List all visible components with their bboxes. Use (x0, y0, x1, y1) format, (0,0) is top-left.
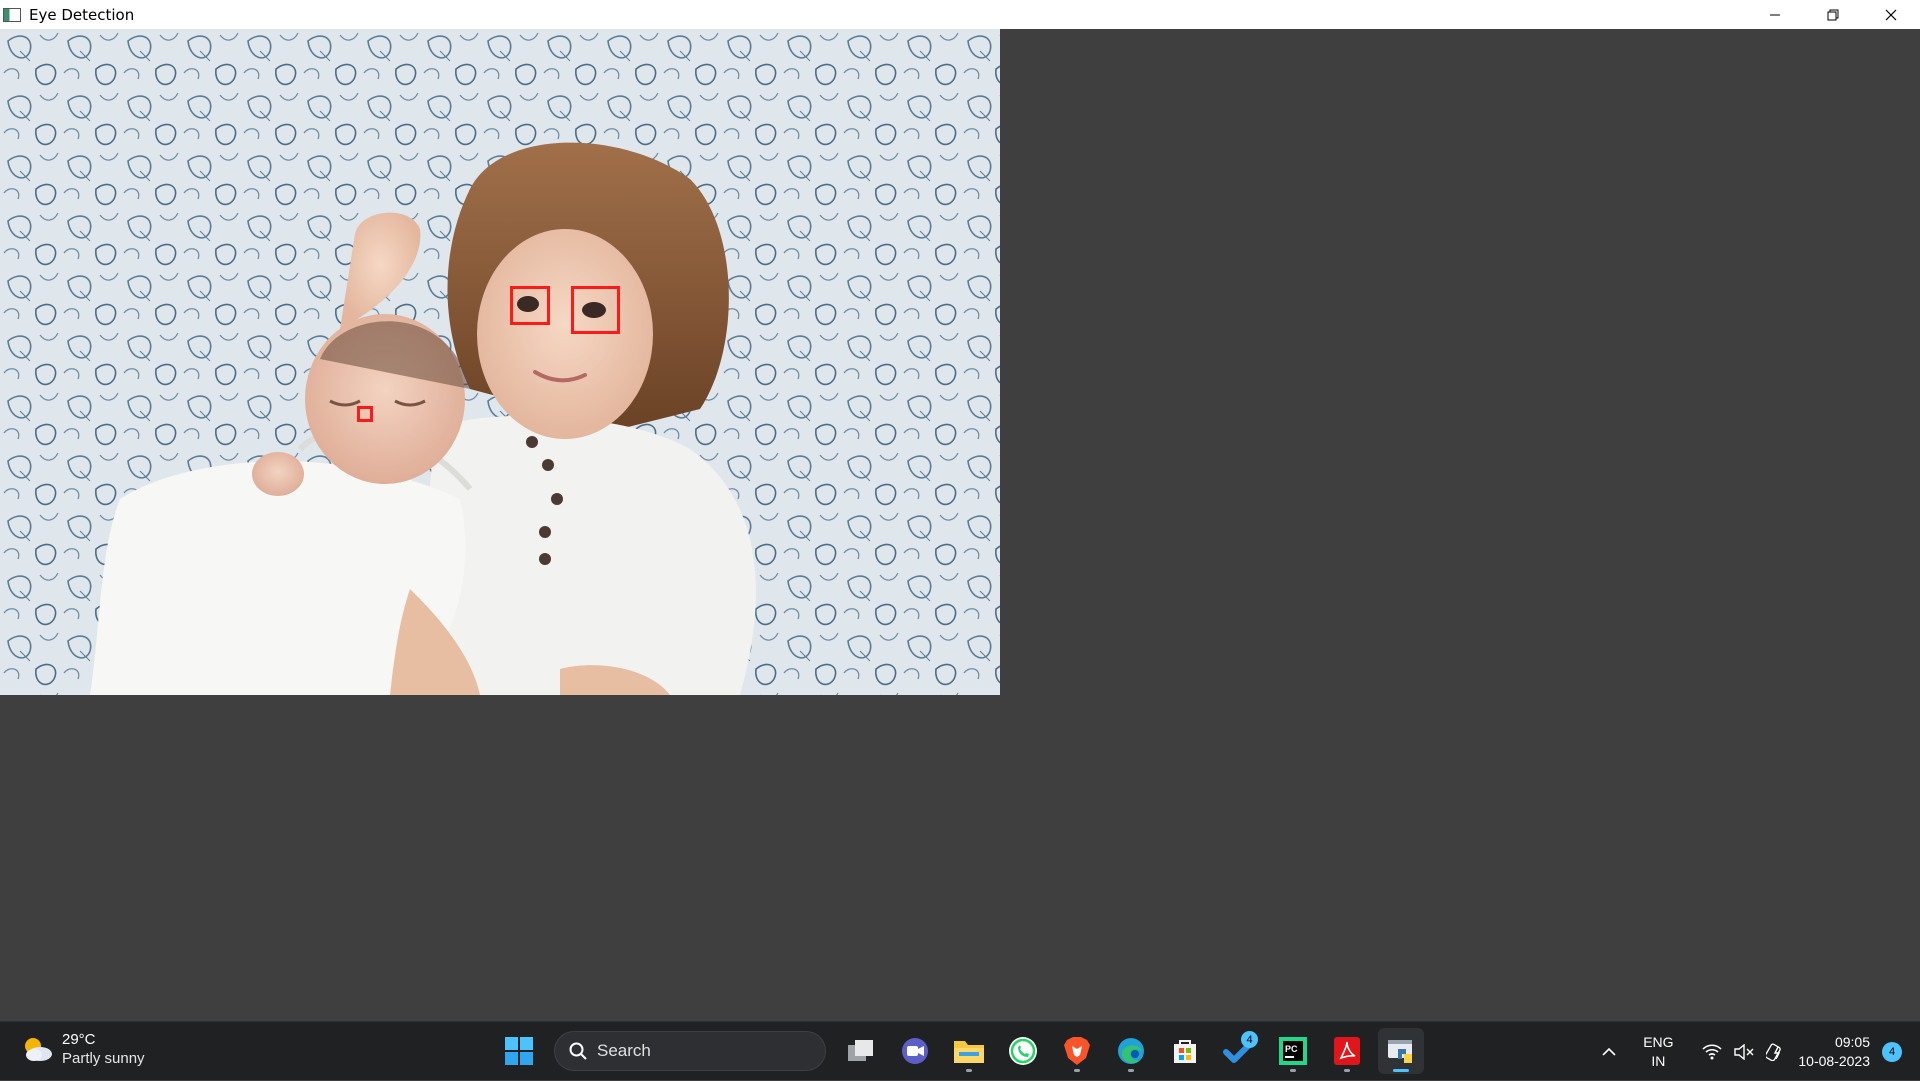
input-language-indicator[interactable]: ENG IN (1634, 1033, 1682, 1071)
taskbar: 29°C Partly sunny Search 4 PC ENG IN 09:… (0, 1021, 1920, 1080)
store-icon (1174, 1040, 1196, 1063)
clock-time: 09:05 (1834, 1033, 1870, 1050)
weather-widget[interactable]: 29°C Partly sunny (20, 1030, 145, 1068)
partly-sunny-icon (25, 1038, 52, 1061)
close-icon (1885, 9, 1897, 20)
running-indicator (1344, 1069, 1350, 1072)
chevron-up-icon (1602, 1047, 1616, 1056)
running-indicator (1074, 1069, 1080, 1072)
start-button[interactable] (496, 1028, 542, 1074)
windows-logo-icon (505, 1037, 533, 1065)
brave-icon (1064, 1037, 1090, 1065)
app-icon (3, 7, 21, 22)
search-input[interactable] (597, 1041, 797, 1061)
edge-icon (1118, 1038, 1144, 1064)
edge-button[interactable] (1108, 1028, 1154, 1074)
detection-image (0, 29, 1000, 695)
image-canvas-area (0, 29, 1920, 1021)
folder-icon (954, 1041, 984, 1063)
teams-meet-button[interactable] (892, 1028, 938, 1074)
task-view-button[interactable] (838, 1028, 884, 1074)
wifi-icon (1702, 1043, 1722, 1059)
python-window-button[interactable] (1378, 1028, 1424, 1074)
notification-badge[interactable]: 4 (1882, 1041, 1902, 1062)
pycharm-button[interactable]: PC (1270, 1028, 1316, 1074)
whatsapp-button[interactable] (1000, 1028, 1046, 1074)
volume-muted-icon (1734, 1043, 1754, 1060)
window-controls (1746, 0, 1920, 29)
active-indicator (1393, 1069, 1409, 1072)
taskbar-apps: 4 PC (492, 1028, 1428, 1074)
clock[interactable]: 09:05 10-08-2023 (1798, 1033, 1870, 1071)
language-code: ENG (1643, 1033, 1674, 1050)
minimize-button[interactable] (1746, 0, 1804, 29)
video-camera-icon (902, 1038, 928, 1064)
minimize-icon (1770, 14, 1780, 15)
task-view-icon (848, 1040, 873, 1061)
photo-illustration (0, 29, 1000, 695)
file-explorer-button[interactable] (946, 1028, 992, 1074)
detection-box-eye-right (571, 286, 620, 334)
acrobat-button[interactable] (1324, 1028, 1370, 1074)
brave-button[interactable] (1054, 1028, 1100, 1074)
detection-box-false-positive (357, 406, 373, 422)
detection-box-eye-left (510, 286, 550, 325)
svg-text:PC: PC (1285, 1044, 1298, 1054)
weather-condition: Partly sunny (62, 1050, 145, 1067)
whatsapp-icon (1009, 1037, 1037, 1065)
clock-date: 10-08-2023 (1798, 1052, 1870, 1069)
python-icon (1388, 1040, 1412, 1063)
pycharm-icon: PC (1279, 1037, 1307, 1065)
region-code: IN (1651, 1052, 1666, 1069)
search-icon (569, 1042, 587, 1060)
running-indicator (1128, 1069, 1134, 1072)
taskbar-search[interactable] (554, 1031, 826, 1071)
restore-button[interactable] (1804, 0, 1862, 29)
restore-icon (1827, 9, 1839, 20)
running-indicator (1290, 1069, 1296, 1072)
close-button[interactable] (1862, 0, 1920, 29)
title-bar[interactable]: Eye Detection (0, 0, 1920, 29)
weather-temperature: 29°C (62, 1031, 96, 1048)
todo-badge: 4 (1241, 1031, 1258, 1048)
quick-settings-button[interactable] (1702, 1042, 1786, 1061)
running-indicator (966, 1069, 972, 1072)
window-title: Eye Detection (29, 5, 135, 24)
store-button[interactable] (1162, 1028, 1208, 1074)
pdf-icon (1334, 1037, 1360, 1065)
show-hidden-icons-button[interactable] (1592, 1047, 1626, 1057)
battery-charging-icon (1766, 1042, 1782, 1061)
system-tray: ENG IN 09:05 10-08-2023 4 (1592, 1022, 1920, 1081)
todo-button[interactable]: 4 (1216, 1028, 1262, 1074)
